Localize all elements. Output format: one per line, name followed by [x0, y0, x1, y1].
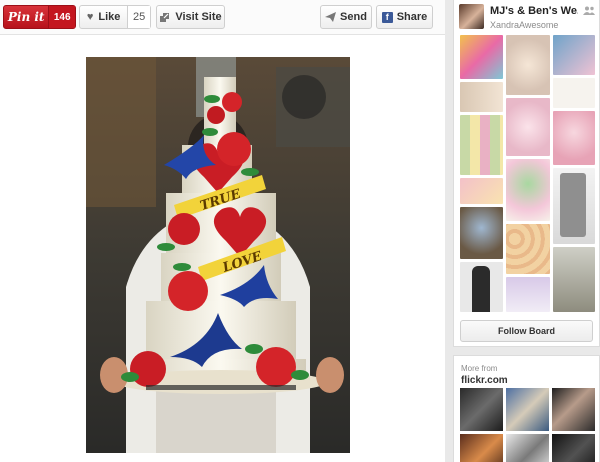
send-label: Send — [340, 11, 367, 23]
board-thumb[interactable] — [506, 224, 550, 274]
share-button[interactable]: f Share — [376, 5, 433, 29]
share-label: Share — [396, 11, 428, 23]
board-thumb[interactable] — [553, 247, 595, 312]
pin-toolbar: Pin it 146 ♥ Like 25 Visit Site Send f S… — [0, 0, 445, 35]
like-label: Like — [98, 11, 121, 23]
facebook-icon: f — [381, 11, 393, 23]
more-from-source[interactable]: flickr.com — [461, 375, 508, 386]
board-header[interactable]: MJ's & Ben's We... XandraAwesome — [454, 0, 600, 35]
board-thumb — [472, 266, 490, 312]
pin-count: 146 — [48, 6, 75, 28]
board-thumbnails — [460, 35, 595, 312]
visit-site-label: Visit Site — [175, 11, 222, 23]
board-thumb[interactable] — [553, 35, 595, 75]
board-thumb[interactable] — [506, 35, 550, 95]
board-title[interactable]: MJ's & Ben's We... — [490, 5, 578, 17]
more-from-label: More from — [461, 364, 498, 373]
pin-it-label: Pin it — [7, 10, 45, 24]
board-thumb[interactable] — [460, 35, 503, 79]
like-count: 25 — [127, 6, 150, 28]
more-thumb[interactable] — [552, 388, 595, 431]
board-thumb[interactable] — [506, 277, 550, 312]
board-thumb[interactable] — [506, 159, 550, 221]
send-button[interactable]: Send — [320, 5, 372, 29]
board-card: MJ's & Ben's We... XandraAwesome Follow … — [453, 0, 600, 347]
board-thumb[interactable] — [553, 78, 595, 108]
board-thumb[interactable] — [460, 115, 503, 175]
pin-panel: Pin it 146 ♥ Like 25 Visit Site Send f S… — [0, 0, 445, 462]
board-owner[interactable]: XandraAwesome — [490, 20, 558, 30]
more-thumb[interactable] — [552, 434, 595, 462]
board-thumb[interactable] — [553, 111, 595, 165]
heart-icon: ♥ — [86, 10, 94, 23]
board-thumb — [560, 173, 586, 237]
group-board-icon — [583, 6, 595, 18]
visit-site-icon — [159, 12, 170, 23]
pin-it-button[interactable]: Pin it 146 — [3, 5, 76, 29]
paper-plane-icon — [325, 12, 337, 22]
more-thumb[interactable] — [506, 388, 549, 431]
board-thumb[interactable] — [506, 98, 550, 156]
board-thumb[interactable] — [460, 178, 503, 204]
owner-avatar[interactable] — [459, 4, 484, 29]
more-thumb[interactable] — [460, 434, 503, 462]
follow-board-button[interactable]: Follow Board — [460, 320, 593, 342]
board-thumb[interactable] — [460, 82, 503, 112]
more-thumb[interactable] — [460, 388, 503, 431]
board-thumb[interactable] — [460, 207, 503, 259]
more-from-card: More from flickr.com — [453, 355, 600, 462]
like-button[interactable]: ♥ Like 25 — [79, 5, 151, 29]
visit-site-button[interactable]: Visit Site — [156, 5, 225, 29]
pin-image[interactable]: TRUE LOVE — [86, 57, 350, 453]
more-thumb[interactable] — [506, 434, 549, 462]
